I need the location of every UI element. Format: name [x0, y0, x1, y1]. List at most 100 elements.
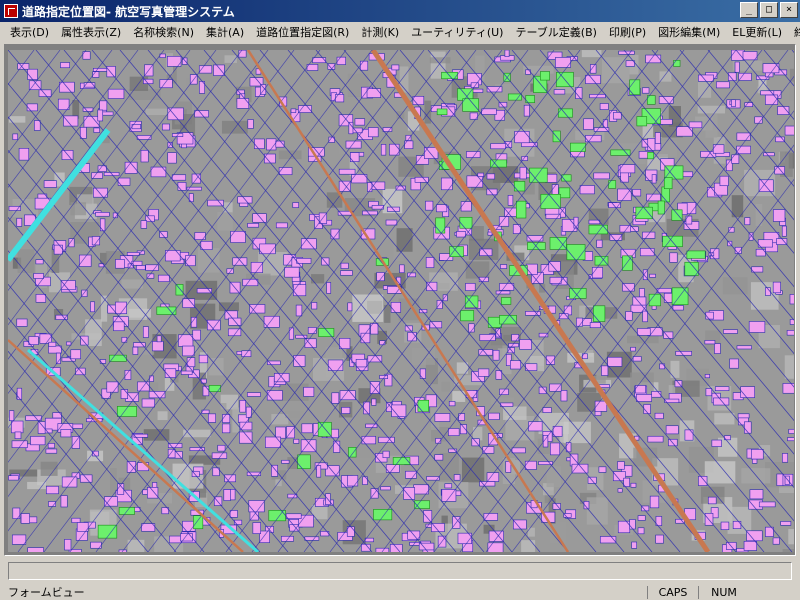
- building: [338, 168, 356, 175]
- menu-table-def[interactable]: テーブル定義(B): [509, 24, 602, 40]
- menu-print[interactable]: 印刷(P): [603, 24, 652, 40]
- building: [182, 298, 195, 308]
- building: [247, 223, 259, 228]
- building: [444, 483, 453, 489]
- building: [120, 389, 128, 399]
- menu-attributes[interactable]: 属性表示(Z): [55, 24, 127, 40]
- horizontal-scrollbar[interactable]: [8, 562, 792, 580]
- menu-aggregate[interactable]: 集計(A): [200, 24, 250, 40]
- building: [293, 438, 300, 444]
- building: [403, 487, 416, 500]
- photo-patch: [789, 87, 794, 101]
- building: [488, 412, 500, 420]
- building: [247, 119, 254, 129]
- building: [158, 274, 170, 282]
- building: [772, 537, 780, 545]
- building: [786, 330, 794, 336]
- building: [26, 103, 38, 112]
- photo-patch: [732, 370, 761, 380]
- building: [149, 375, 154, 382]
- menu-exit[interactable]: 終了(E): [788, 24, 800, 40]
- building: [486, 173, 495, 180]
- building: [525, 69, 531, 75]
- building: [60, 280, 76, 291]
- green-area: [460, 310, 475, 322]
- building: [165, 250, 181, 262]
- building: [780, 521, 792, 526]
- menu-utility[interactable]: ユーティリティ(U): [405, 24, 509, 40]
- photo-patch: [217, 211, 233, 231]
- maximize-button[interactable]: □: [760, 2, 778, 18]
- menu-measure[interactable]: 計測(K): [355, 24, 405, 40]
- building: [460, 201, 472, 212]
- building: [483, 513, 498, 521]
- green-area: [671, 287, 689, 306]
- building: [752, 458, 758, 464]
- menu-display[interactable]: 表示(D): [4, 24, 55, 40]
- photo-patch: [208, 357, 224, 376]
- building: [524, 460, 537, 470]
- building: [772, 281, 781, 294]
- photo-patch: [461, 457, 485, 483]
- building: [750, 449, 764, 460]
- green-area: [348, 447, 357, 458]
- app-icon[interactable]: [4, 4, 18, 18]
- building: [99, 100, 108, 111]
- building: [246, 392, 261, 397]
- building: [222, 423, 231, 434]
- building: [743, 540, 757, 551]
- building: [288, 327, 294, 340]
- building: [330, 228, 340, 240]
- building: [312, 57, 327, 64]
- photo-patch: [101, 295, 108, 322]
- green-area: [436, 108, 448, 116]
- building: [712, 144, 725, 154]
- status-bar: フォームビュー CAPS NUM: [0, 584, 800, 600]
- menu-bar: 表示(D) 属性表示(Z) 名称検索(N) 集計(A) 道路位置指定図(R) 計…: [0, 22, 800, 42]
- photo-patch: [311, 504, 328, 520]
- close-button[interactable]: ×: [780, 2, 798, 18]
- aerial-map-view[interactable]: [8, 50, 794, 552]
- photo-patch: [601, 57, 630, 84]
- building: [304, 536, 320, 541]
- building: [655, 534, 664, 544]
- building: [99, 218, 106, 232]
- green-area: [570, 142, 586, 152]
- building: [713, 397, 730, 406]
- building: [167, 448, 176, 459]
- photo-patch: [183, 429, 211, 438]
- building: [61, 476, 78, 488]
- photo-patch: [472, 427, 483, 441]
- building: [207, 199, 224, 207]
- building: [720, 521, 730, 531]
- building: [631, 541, 637, 549]
- building: [60, 495, 68, 508]
- building: [159, 79, 173, 89]
- building: [737, 413, 750, 419]
- building: [456, 231, 466, 238]
- building: [477, 172, 484, 177]
- building: [789, 319, 794, 325]
- building: [598, 466, 607, 473]
- minimize-button[interactable]: _: [740, 2, 758, 18]
- menu-el-update[interactable]: EL更新(L): [726, 24, 788, 40]
- menu-shape-edit[interactable]: 図形編集(M): [652, 24, 726, 40]
- building: [448, 401, 456, 407]
- green-area: [516, 200, 527, 219]
- building: [217, 444, 226, 452]
- building: [698, 74, 714, 82]
- building: [275, 222, 288, 229]
- building: [593, 172, 610, 180]
- building: [115, 259, 125, 269]
- building: [95, 212, 110, 217]
- building: [296, 258, 312, 264]
- green-area: [459, 216, 473, 229]
- building: [479, 248, 493, 256]
- building: [560, 390, 568, 402]
- menu-road-position[interactable]: 道路位置指定図(R): [250, 24, 355, 40]
- building: [230, 230, 246, 243]
- photo-patch: [121, 279, 143, 289]
- menu-name-search[interactable]: 名称検索(N): [127, 24, 200, 40]
- building: [625, 311, 633, 321]
- building: [349, 152, 360, 162]
